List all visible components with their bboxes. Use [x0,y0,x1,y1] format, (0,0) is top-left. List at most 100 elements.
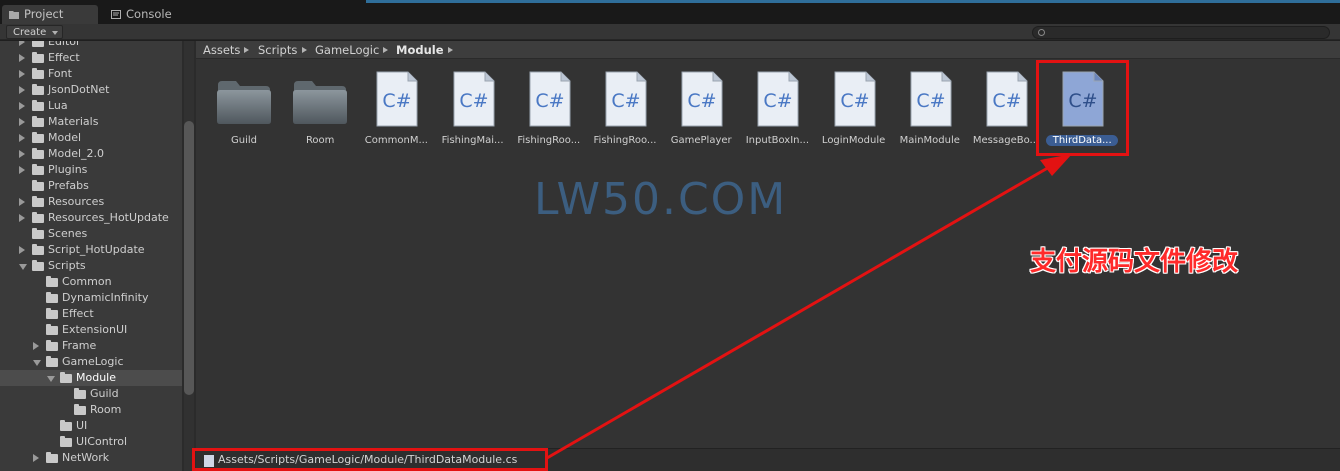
breadcrumb-module[interactable]: Module [396,43,444,57]
breadcrumb-assets[interactable]: Assets [203,43,240,57]
csharp-glyph: C# [459,90,488,112]
tree-item[interactable]: Frame [0,338,182,354]
tree-item[interactable]: DynamicInfinity [0,290,182,306]
tree-scrollbar[interactable] [182,41,196,471]
folder-icon [32,260,44,271]
watermark-text: LW50.COM [534,174,788,225]
search-input[interactable] [1049,27,1319,38]
folder-icon [46,340,58,351]
expand-arrow-right-icon[interactable] [19,86,25,94]
asset-label: Guild [231,135,257,146]
asset-script[interactable]: C# FishingRoo... [513,71,585,163]
asset-script[interactable]: C# LoginModule [818,71,890,163]
csharp-glyph: C# [383,90,412,112]
tree-item[interactable]: Scripts [0,258,182,274]
expand-arrow-right-icon[interactable] [19,214,25,222]
expand-arrow-down-icon[interactable] [47,376,55,382]
create-button-label: Create [13,27,47,38]
expand-arrow-right-icon[interactable] [19,198,25,206]
tree-item-label: Module [76,371,116,384]
expand-arrow-right-icon[interactable] [19,70,25,78]
tree-item[interactable]: Lua [0,98,182,114]
tab-console[interactable]: Console [104,5,172,24]
tree-item[interactable]: Common [0,274,182,290]
csharp-script-icon: C# [834,71,876,127]
create-button[interactable]: Create [6,25,64,39]
tree-item-label: Materials [48,115,99,128]
chevron-down-icon [52,31,59,35]
tree-item[interactable]: Model [0,130,182,146]
folder-icon [60,436,72,447]
folder-icon [32,132,44,143]
tree-item[interactable]: Effect [0,50,182,66]
folder-icon [293,81,348,124]
tree-item[interactable]: Module [0,370,182,386]
asset-script[interactable]: C# MessageBo... [970,71,1042,163]
tree-item[interactable]: NetWork [0,450,182,466]
folder-icon [74,404,86,415]
tree-item[interactable]: ExtensionUI [0,322,182,338]
tree-item[interactable]: JsonDotNet [0,82,182,98]
tree-item[interactable]: Editor [0,41,182,50]
window-tab-bar: Project Console [0,0,1340,24]
breadcrumb: Assets Scripts GameLogic Module [196,41,1340,59]
tree-item-label: Resources [48,195,105,208]
expand-arrow-right-icon[interactable] [19,41,25,46]
tree-item[interactable]: Font [0,66,182,82]
tree-item[interactable]: Script_HotUpdate [0,242,182,258]
asset-label: InputBoxIn... [745,135,810,146]
asset-script[interactable]: C# MainModule [894,71,966,163]
expand-arrow-right-icon[interactable] [19,166,25,174]
asset-script[interactable]: C# InputBoxIn... [741,71,813,163]
tree-item-label: Room [90,403,122,416]
folder-icon [32,84,44,95]
tree-item[interactable]: Resources_HotUpdate [0,210,182,226]
expand-arrow-right-icon[interactable] [19,150,25,158]
expand-arrow-right-icon[interactable] [19,54,25,62]
folder-icon [32,164,44,175]
asset-folder[interactable]: Room [284,71,356,163]
tree-item[interactable]: Room [0,402,182,418]
folder-icon [46,276,58,287]
tree-item[interactable]: Guild [0,386,182,402]
asset-script[interactable]: C# FishingRoo... [589,71,661,163]
search-box[interactable] [1032,26,1330,39]
folder-icon [74,388,86,399]
tree-item[interactable]: GameLogic [0,354,182,370]
tree-item[interactable]: Model_2.0 [0,146,182,162]
tree-item-label: Guild [90,387,119,400]
folder-icon [32,244,44,255]
scrollbar-thumb[interactable] [184,121,194,395]
tree-item[interactable]: Plugins [0,162,182,178]
tree-item-label: Model_2.0 [48,147,105,160]
csharp-glyph: C# [535,90,564,112]
asset-folder[interactable]: Guild [208,71,280,163]
expand-arrow-right-icon[interactable] [19,102,25,110]
tree-item[interactable]: Resources [0,194,182,210]
folder-icon [46,356,58,367]
asset-script[interactable]: C# GamePlayer [665,71,737,163]
tree-item[interactable]: UI [0,418,182,434]
csharp-script-icon: C# [681,71,723,127]
scene-view-strip [366,0,1340,3]
tab-project[interactable]: Project [2,5,98,24]
expand-arrow-right-icon[interactable] [19,246,25,254]
tree-item[interactable]: UIControl [0,434,182,450]
expand-arrow-down-icon[interactable] [33,360,41,366]
highlight-box-path [192,448,548,471]
expand-arrow-right-icon[interactable] [19,118,25,126]
expand-arrow-down-icon[interactable] [19,264,27,270]
expand-arrow-right-icon[interactable] [33,342,39,350]
tree-item-label: ExtensionUI [62,323,128,336]
tree-item[interactable]: Effect [0,306,182,322]
csharp-script-icon: C# [376,71,418,127]
tree-item[interactable]: Prefabs [0,178,182,194]
expand-arrow-right-icon[interactable] [33,454,39,462]
breadcrumb-scripts[interactable]: Scripts [258,43,297,57]
expand-arrow-right-icon[interactable] [19,134,25,142]
asset-script[interactable]: C# CommonM... [360,71,432,163]
tree-item[interactable]: Materials [0,114,182,130]
tree-item[interactable]: Scenes [0,226,182,242]
asset-script[interactable]: C# FishingMai... [437,71,509,163]
breadcrumb-gamelogic[interactable]: GameLogic [315,43,379,57]
